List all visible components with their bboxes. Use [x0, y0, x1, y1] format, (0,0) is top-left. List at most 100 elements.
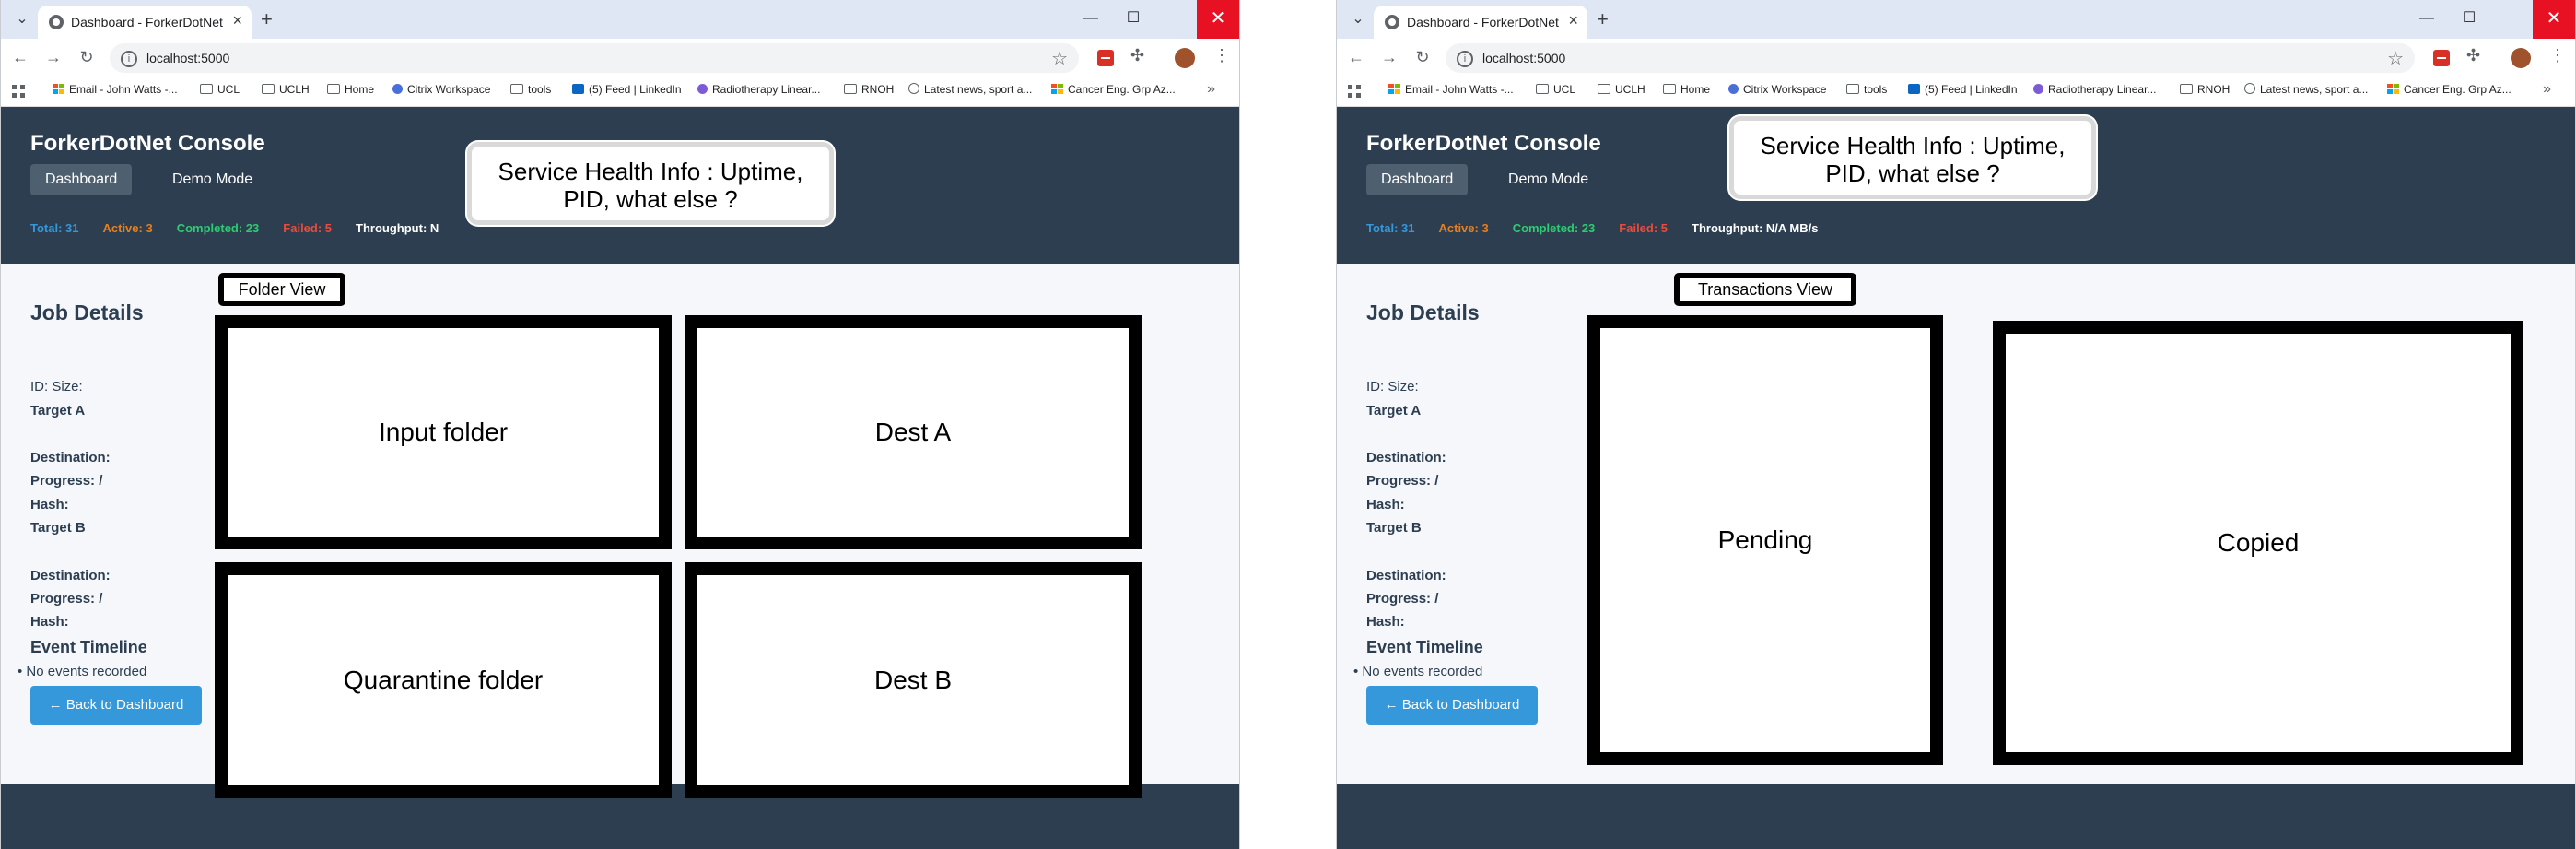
tab-close-icon[interactable]: × [1568, 11, 1578, 30]
bookmark-uclh[interactable]: UCLH [1598, 83, 1645, 96]
profile-avatar[interactable] [1175, 48, 1195, 68]
tab-search-icon[interactable]: ⌄ [1346, 7, 1370, 31]
back-to-dashboard-button[interactable]: ← Back to Dashboard [1366, 686, 1538, 725]
nav-dashboard[interactable]: Dashboard [1366, 164, 1469, 195]
outlook-icon [53, 84, 64, 94]
app-footer [1337, 784, 2575, 849]
bookmark-tools[interactable]: tools [1846, 83, 1887, 96]
progress-label: Progress: / [30, 591, 103, 607]
reload-icon[interactable]: ↻ [1412, 48, 1433, 67]
url-text[interactable]: localhost:5000 [1482, 51, 1565, 65]
stat-throughput: Throughput: N/A MB/s [1692, 221, 1819, 235]
extensions-puzzle-icon[interactable]: ✣ [1130, 46, 1144, 65]
dest-a-label: Dest A [874, 418, 952, 446]
new-tab-icon[interactable]: + [1597, 7, 1609, 31]
bookmark-ucl[interactable]: UCL [1536, 83, 1575, 96]
input-folder-box: Input folder [215, 315, 672, 549]
menu-kebab-icon[interactable]: ⋮ [1213, 46, 1230, 65]
destination-label: Destination: [1366, 450, 1446, 466]
address-bar[interactable]: i localhost:5000 ☆ [110, 43, 1079, 73]
more-bookmarks-icon[interactable]: » [2543, 81, 2551, 98]
event-timeline-heading: Event Timeline [30, 638, 147, 656]
bookmark-home[interactable]: Home [327, 83, 374, 96]
apps-grid-icon[interactable] [12, 85, 25, 98]
site-icon [697, 84, 708, 94]
bookmark-citrix[interactable]: Citrix Workspace [1728, 83, 1826, 96]
bookmark-cancer-eng[interactable]: Cancer Eng. Grp Az... [1051, 83, 1176, 96]
more-bookmarks-icon[interactable]: » [1207, 81, 1215, 98]
reload-icon[interactable]: ↻ [76, 48, 97, 67]
site-info-icon[interactable]: i [1457, 51, 1473, 67]
extension-icon[interactable] [2433, 50, 2450, 66]
back-to-dashboard-button[interactable]: ← Back to Dashboard [30, 686, 202, 725]
pending-label: Pending [1717, 525, 1813, 554]
copied-label: Copied [2217, 528, 2300, 557]
bookmark-ucl[interactable]: UCL [200, 83, 240, 96]
tab-strip: ⌄ Dashboard - ForkerDotNet Con × + — ☐ ✕ [1, 0, 1239, 39]
minimize-icon[interactable]: — [2406, 0, 2448, 39]
extension-icon[interactable] [1097, 50, 1114, 66]
new-tab-icon[interactable]: + [261, 7, 273, 31]
stats-bar: Total: 31 Active: 3 Completed: 23 Failed: 5… [1366, 221, 1842, 235]
citrix-icon [392, 84, 403, 94]
page-content: ForkerDotNet Console Dashboard Demo Mode… [1, 107, 1239, 849]
tab-close-icon[interactable]: × [232, 11, 242, 30]
address-bar[interactable]: i localhost:5000 ☆ [1446, 43, 2415, 73]
extensions-puzzle-icon[interactable]: ✣ [2466, 46, 2480, 65]
back-arrow-icon[interactable]: ← [1346, 48, 1366, 67]
dest-a-box: Dest A [685, 315, 1142, 549]
apps-grid-icon[interactable] [1348, 85, 1361, 98]
stat-total: Total: 31 [1366, 221, 1415, 235]
nav-demo-mode[interactable]: Demo Mode [158, 164, 267, 195]
stat-active: Active: 3 [1438, 221, 1489, 235]
bookmark-email[interactable]: Email - John Watts -... [1388, 83, 1514, 96]
maximize-icon[interactable]: ☐ [1112, 0, 1154, 39]
bookmark-star-icon[interactable]: ☆ [2387, 47, 2404, 70]
minimize-icon[interactable]: — [1070, 0, 1112, 39]
hash-label: Hash: [30, 614, 69, 630]
bookmark-star-icon[interactable]: ☆ [1051, 47, 1068, 70]
browser-window-folder-view: ⌄ Dashboard - ForkerDotNet Con × + — ☐ ✕… [0, 0, 1240, 849]
bookmark-linkedin[interactable]: (5) Feed | LinkedIn [572, 83, 682, 96]
hash-label: Hash: [1366, 614, 1405, 630]
tab-search-icon[interactable]: ⌄ [10, 7, 34, 31]
bookmark-rnoh[interactable]: RNOH [844, 83, 894, 96]
close-window-icon[interactable]: ✕ [1197, 0, 1239, 39]
nav-dashboard[interactable]: Dashboard [30, 164, 133, 195]
bookmark-tools[interactable]: tools [510, 83, 551, 96]
profile-avatar[interactable] [2511, 48, 2531, 68]
back-arrow-icon[interactable]: ← [10, 48, 30, 67]
target-a-label: Target A [30, 403, 86, 419]
forward-arrow-icon[interactable]: → [43, 48, 64, 67]
folder-icon [200, 84, 213, 94]
nav-demo-mode[interactable]: Demo Mode [1493, 164, 1603, 195]
forward-arrow-icon[interactable]: → [1379, 48, 1399, 67]
stat-failed: Failed: 5 [283, 221, 333, 235]
browser-tab[interactable]: Dashboard - ForkerDotNet Con × [1374, 6, 1587, 39]
close-window-icon[interactable]: ✕ [2533, 0, 2575, 39]
bookmark-news[interactable]: Latest news, sport a... [2244, 83, 2368, 96]
bookmark-home[interactable]: Home [1663, 83, 1710, 96]
bookmark-cancer-eng[interactable]: Cancer Eng. Grp Az... [2387, 83, 2512, 96]
favicon-icon [1385, 15, 1399, 29]
stat-completed: Completed: 23 [176, 221, 260, 235]
bookmark-citrix[interactable]: Citrix Workspace [392, 83, 490, 96]
bookmark-radiotherapy[interactable]: Radiotherapy Linear... [2033, 83, 2156, 96]
folder-icon [1663, 84, 1676, 94]
bookmark-rnoh[interactable]: RNOH [2180, 83, 2230, 96]
url-text[interactable]: localhost:5000 [146, 51, 229, 65]
site-info-icon[interactable]: i [121, 51, 137, 67]
menu-kebab-icon[interactable]: ⋮ [2549, 46, 2566, 65]
browser-tab[interactable]: Dashboard - ForkerDotNet Con × [38, 6, 252, 39]
bookmark-news[interactable]: Latest news, sport a... [908, 83, 1032, 96]
maximize-icon[interactable]: ☐ [2448, 0, 2490, 39]
bookmark-radiotherapy[interactable]: Radiotherapy Linear... [697, 83, 820, 96]
bookmark-linkedin[interactable]: (5) Feed | LinkedIn [1908, 83, 2018, 96]
linkedin-icon [572, 84, 584, 94]
bookmarks-bar: Email - John Watts -... UCL UCLH Home Ci… [1, 77, 1239, 107]
favicon-icon [49, 15, 64, 29]
bookmark-email[interactable]: Email - John Watts -... [53, 83, 178, 96]
hash-label: Hash: [1366, 497, 1405, 513]
stat-active: Active: 3 [102, 221, 153, 235]
bookmark-uclh[interactable]: UCLH [262, 83, 310, 96]
